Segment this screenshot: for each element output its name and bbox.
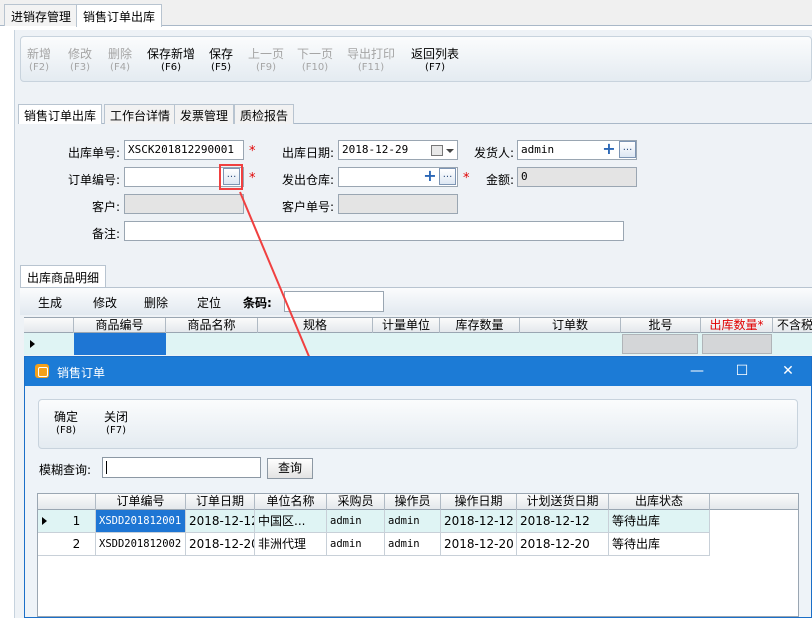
- col-operator[interactable]: 操作员: [385, 494, 441, 510]
- sales-order-grid: 订单编号 订单日期 单位名称 采购员 操作员 操作日期 计划送货日期 出库状态 …: [37, 493, 799, 617]
- cell-buyer[interactable]: admin: [327, 510, 385, 532]
- sales-order-dialog: 销售订单 — ☐ ✕ 确定 (F8) 关闭 (F7) 模糊查询: 查询 订单编号 订…: [24, 356, 812, 618]
- col-out-status[interactable]: 出库状态: [609, 494, 710, 510]
- maximize-icon[interactable]: ☐: [730, 361, 754, 381]
- query-button[interactable]: 查询: [267, 458, 313, 479]
- cell-order-no[interactable]: XSDD201812001: [96, 510, 186, 532]
- table-row[interactable]: 2 XSDD201812002 2018-12-20 非洲代理 admin ad…: [38, 533, 710, 556]
- cell-op-date[interactable]: 2018-12-12: [441, 510, 517, 532]
- col-unit-name[interactable]: 单位名称: [255, 494, 327, 510]
- row-pointer-icon: [42, 517, 47, 525]
- confirm-button[interactable]: 确定 (F8): [54, 411, 78, 437]
- cell-plan-date[interactable]: 2018-12-20: [517, 533, 609, 555]
- cell-buyer[interactable]: admin: [327, 533, 385, 555]
- cell-unit-name[interactable]: 非洲代理: [255, 533, 327, 555]
- dialog-toolbar: 确定 (F8) 关闭 (F7): [38, 399, 798, 449]
- row-header-cell: [38, 494, 96, 510]
- dialog-title: 销售订单: [57, 366, 106, 380]
- table-row[interactable]: 1 XSDD201812001 2018-12-12 中国区... admin …: [38, 510, 710, 533]
- row-index: 1: [58, 510, 96, 532]
- cell-order-no[interactable]: XSDD201812002: [96, 533, 186, 555]
- cell-order-date[interactable]: 2018-12-12: [186, 510, 255, 532]
- cell-order-date[interactable]: 2018-12-20: [186, 533, 255, 555]
- cell-op-date[interactable]: 2018-12-20: [441, 533, 517, 555]
- cell-unit-name[interactable]: 中国区...: [255, 510, 327, 532]
- cell-operator[interactable]: admin: [385, 533, 441, 555]
- text-caret: [106, 461, 107, 474]
- col-order-no[interactable]: 订单编号: [96, 494, 186, 510]
- col-order-date[interactable]: 订单日期: [186, 494, 255, 510]
- cell-status[interactable]: 等待出库: [609, 533, 710, 555]
- cell-operator[interactable]: admin: [385, 510, 441, 532]
- row-index: 2: [58, 533, 96, 555]
- app-icon: [35, 364, 49, 378]
- close-button[interactable]: 关闭 (F7): [104, 411, 128, 437]
- col-buyer[interactable]: 采购员: [327, 494, 385, 510]
- cell-status[interactable]: 等待出库: [609, 510, 710, 532]
- col-plan-delivery-date[interactable]: 计划送货日期: [517, 494, 609, 510]
- minimize-icon[interactable]: —: [685, 361, 709, 381]
- col-op-date[interactable]: 操作日期: [441, 494, 517, 510]
- cell-plan-date[interactable]: 2018-12-12: [517, 510, 609, 532]
- dialog-grid-header: 订单编号 订单日期 单位名称 采购员 操作员 操作日期 计划送货日期 出库状态: [38, 494, 798, 510]
- close-icon[interactable]: ✕: [776, 361, 800, 381]
- fuzzy-search-label: 模糊查询:: [39, 463, 92, 477]
- dialog-title-bar: 销售订单 — ☐ ✕: [25, 357, 811, 386]
- fuzzy-search-input[interactable]: [102, 457, 261, 478]
